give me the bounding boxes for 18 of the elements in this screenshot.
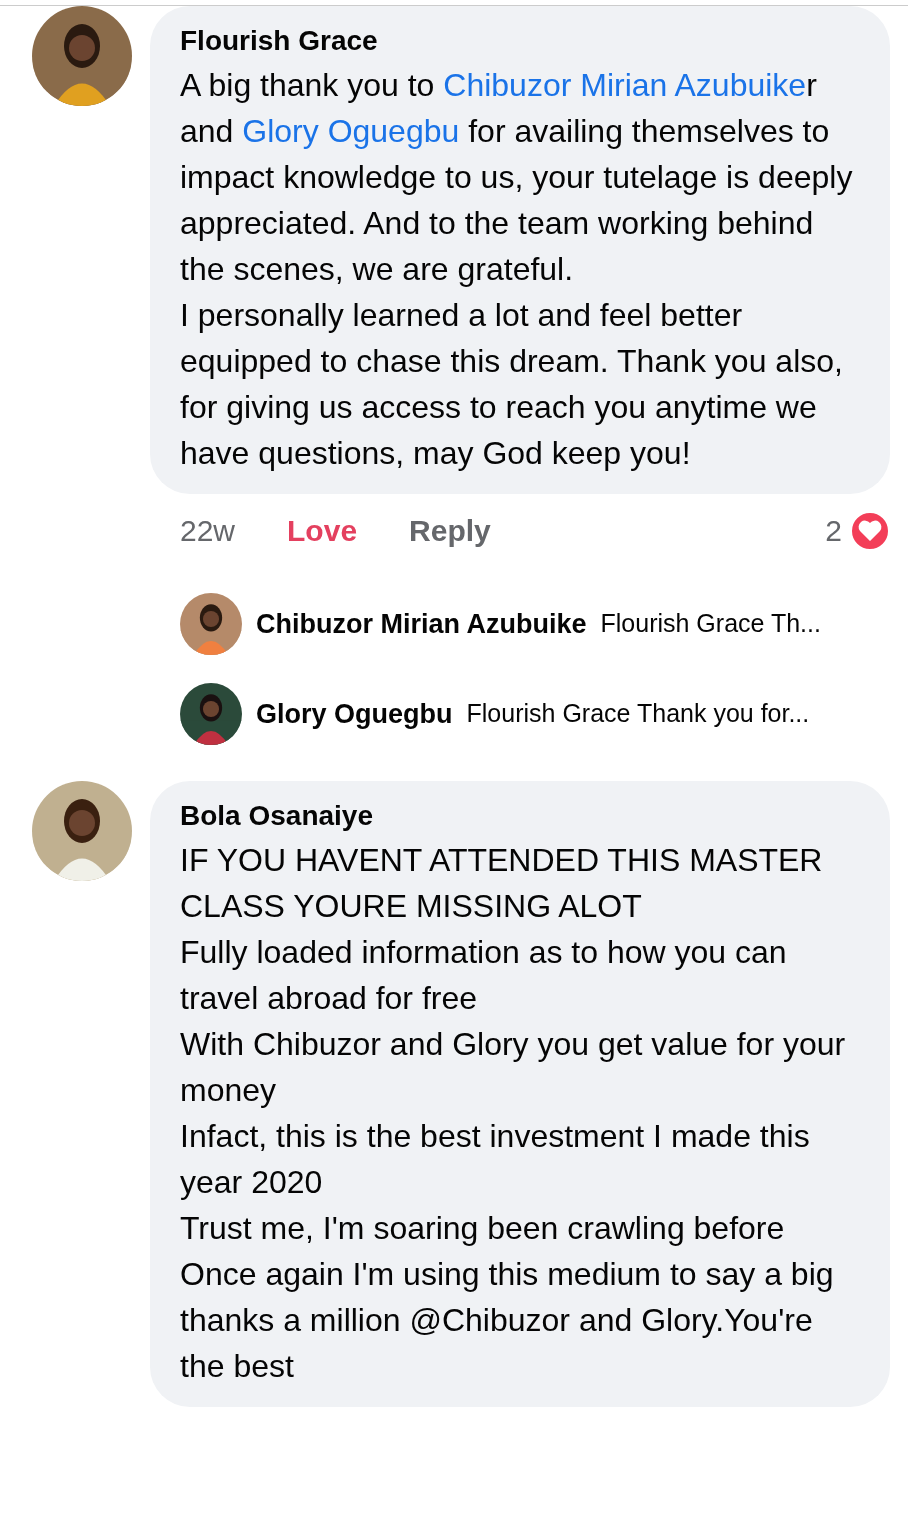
timestamp: 22w — [180, 513, 236, 549]
reply-author[interactable]: Glory Oguegbu — [256, 693, 453, 735]
comment-text: Once again I'm using this medium to say a big thanks a million @Chibuzor and Glory.You're the best — [180, 1255, 835, 1386]
comment-text: IF YOU HAVENT ATTENDED THIS MASTER CLASS YOURE MISSING ALOT — [180, 841, 824, 926]
comment-text: Trust me, I'm soaring been crawling before — [180, 1209, 786, 1248]
comment-text: Infact, this is the best investment I made this year 2020 — [180, 1117, 811, 1202]
reply-snippet[interactable]: Flourish Grace Thank you for... — [466, 695, 810, 733]
reply-snippet[interactable]: Flourish Grace Th... — [600, 605, 821, 643]
reaction-count: 2 — [825, 513, 842, 549]
comment-text: With Chibuzor and Glory you get value for your money — [180, 1025, 847, 1110]
comment-text: I personally learned a lot and feel better equipped to chase this dream. Thank you also, for giving us access to reach you anytime we have questions, may God keep you! — [180, 296, 844, 473]
reply-author[interactable]: Chibuzor Mirian Azubuike — [256, 603, 587, 645]
comment-text: Fully loaded information as to how you can travel abroad for free — [180, 933, 788, 1018]
author-name[interactable]: Flourish Grace — [180, 20, 860, 62]
author-name[interactable]: Bola Osanaiye — [180, 795, 860, 837]
comment-text: A big thank you to Chibuzor Mirian Azubuiker and Glory Oguegbu for availing themselves to impact knowledge to us, your tutelage is deeply appreciated. And to the team working behind the scenes, we are grateful. — [180, 66, 854, 289]
love-link[interactable]: Love — [287, 508, 358, 553]
reply-link[interactable]: Reply — [409, 508, 491, 553]
